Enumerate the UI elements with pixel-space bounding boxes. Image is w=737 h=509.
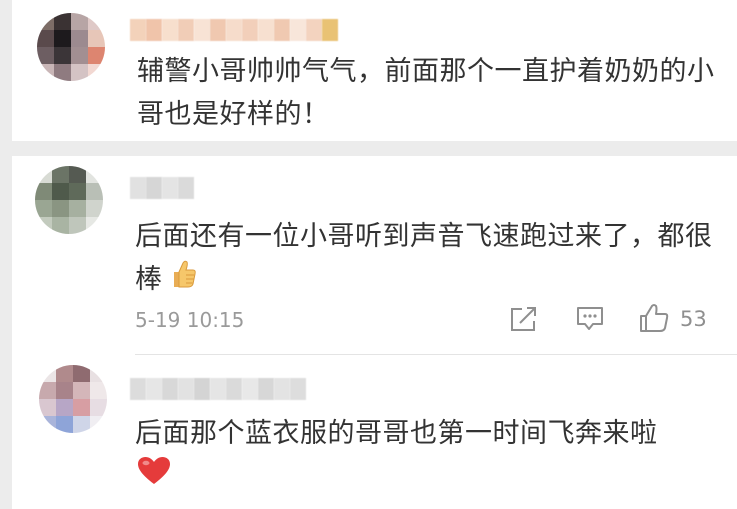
comment-text: 辅警小哥帅帅气气，前面那个一直护着奶奶的小哥也是好样的！ bbox=[137, 56, 715, 130]
comment-reply-icon[interactable] bbox=[575, 305, 605, 333]
comment-card: 辅警小哥帅帅气气，前面那个一直护着奶奶的小哥也是好样的！ bbox=[12, 0, 737, 141]
comment-feed: 辅警小哥帅帅气气，前面那个一直护着奶奶的小哥也是好样的！ 后面还有一位小哥听到声… bbox=[0, 0, 737, 509]
thumbs-up-emoji bbox=[169, 259, 197, 302]
avatar[interactable] bbox=[35, 166, 103, 234]
comment-timestamp: 5-19 10:15 bbox=[135, 308, 245, 332]
like-count: 53 bbox=[680, 307, 707, 331]
comment-text-content: 后面那个蓝衣服的哥哥也第一时间飞奔来啦 bbox=[135, 418, 658, 449]
red-heart-emoji bbox=[137, 456, 171, 499]
username-blurred[interactable] bbox=[130, 376, 306, 402]
avatar[interactable] bbox=[37, 13, 105, 81]
comment-text: 后面那个蓝衣服的哥哥也第一时间飞奔来啦 bbox=[135, 412, 725, 499]
share-icon[interactable] bbox=[509, 305, 539, 333]
avatar[interactable] bbox=[39, 365, 107, 433]
divider bbox=[135, 354, 737, 355]
username-blurred[interactable] bbox=[130, 17, 338, 43]
comment-card-group: 后面还有一位小哥听到声音飞速跑过来了，都很棒 5-19 10:15 53 后面那… bbox=[12, 156, 737, 509]
comment-text-content: 后面还有一位小哥听到声音飞速跑过来了，都很棒 bbox=[135, 221, 713, 295]
like-icon[interactable] bbox=[638, 302, 670, 334]
comment-text: 后面还有一位小哥听到声音飞速跑过来了，都很棒 bbox=[135, 215, 725, 302]
username-blurred[interactable] bbox=[130, 175, 194, 201]
